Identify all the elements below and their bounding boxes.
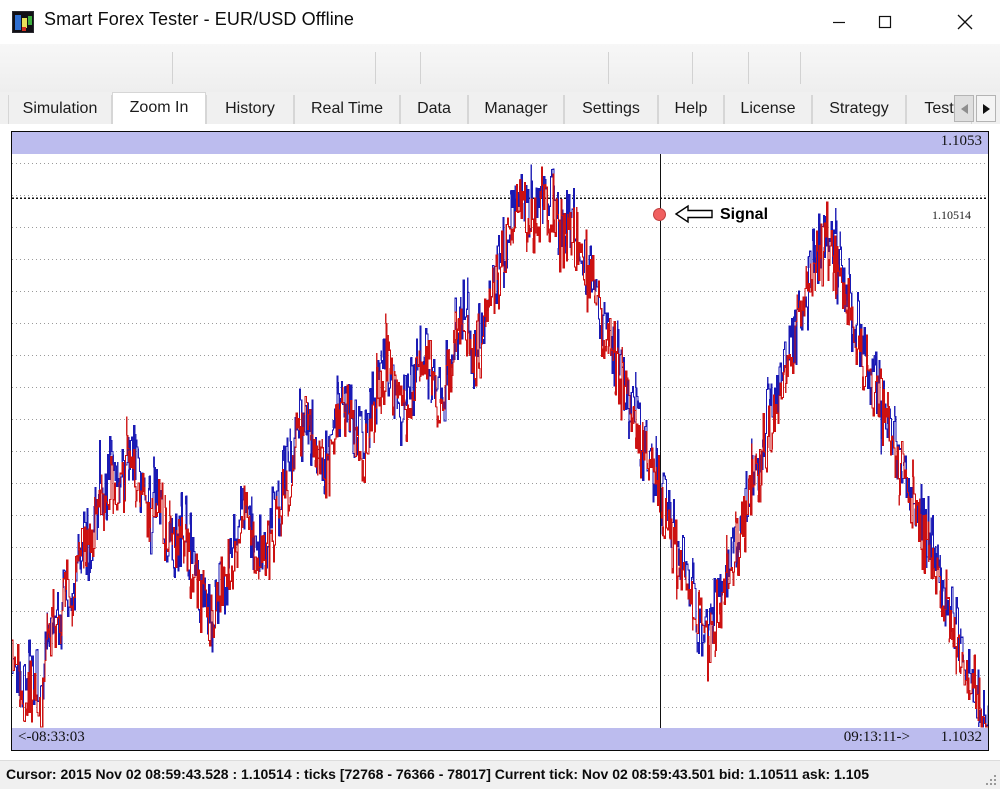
signal-price-label: 1.10514	[929, 208, 974, 223]
tab-settings[interactable]: Settings	[564, 95, 658, 124]
minimize-button[interactable]	[816, 0, 862, 44]
status-text: Cursor: 2015 Nov 02 08:59:43.528 : 1.105…	[6, 766, 870, 782]
tab-help[interactable]: Help	[658, 95, 724, 124]
chart-panel: 1.1053 Signal 1.10514 <-08:33:03 09:13:1…	[0, 124, 1000, 760]
app-window: Smart Forex Tester - EUR/USD Offline EUR…	[0, 0, 1000, 789]
price-series-svg	[12, 154, 988, 728]
tab-manager[interactable]: Manager	[468, 95, 564, 124]
tab-simulation[interactable]: Simulation	[8, 95, 112, 124]
window-title: Smart Forex Tester - EUR/USD Offline	[44, 9, 355, 29]
signal-dot-icon	[653, 208, 666, 221]
toolbar: EUR/USD Online Max Offline MT Feedback	[0, 44, 1000, 129]
chart-end-time: 09:13:11->	[843, 729, 910, 745]
app-icon	[12, 11, 34, 33]
maximize-button[interactable]	[862, 0, 908, 44]
resize-grip-icon[interactable]	[984, 773, 998, 787]
chart-top-band: 1.1053	[12, 132, 988, 154]
chart-plot[interactable]: Signal 1.10514	[12, 154, 988, 728]
scroll-left-icon[interactable]	[954, 95, 974, 122]
scroll-right-icon[interactable]	[976, 95, 996, 122]
tab-history[interactable]: History	[206, 95, 294, 124]
signal-label: Signal	[720, 206, 769, 223]
tab-bar: Test Strategy License Help Settings Manager Da…	[0, 92, 1000, 124]
tab-zoom-in[interactable]: Zoom In	[112, 92, 206, 124]
arrow-left-icon	[674, 204, 713, 224]
chart-frame[interactable]: 1.1053 Signal 1.10514 <-08:33:03 09:13:1…	[11, 131, 989, 751]
chart-top-price: 1.1053	[940, 133, 982, 149]
chart-bottom-band: <-08:33:03 09:13:11-> 1.1032	[12, 728, 988, 750]
tab-license[interactable]: License	[724, 95, 812, 124]
chart-start-time: <-08:33:03	[18, 729, 85, 745]
title-bar: Smart Forex Tester - EUR/USD Offline	[0, 0, 1000, 44]
tab-real-time[interactable]: Real Time	[294, 95, 400, 124]
status-bar: Cursor: 2015 Nov 02 08:59:43.528 : 1.105…	[0, 760, 1000, 789]
tab-strategy[interactable]: Strategy	[812, 95, 906, 124]
chart-bottom-price: 1.1032	[940, 729, 982, 745]
close-button[interactable]	[942, 0, 988, 44]
tab-data[interactable]: Data	[400, 95, 468, 124]
